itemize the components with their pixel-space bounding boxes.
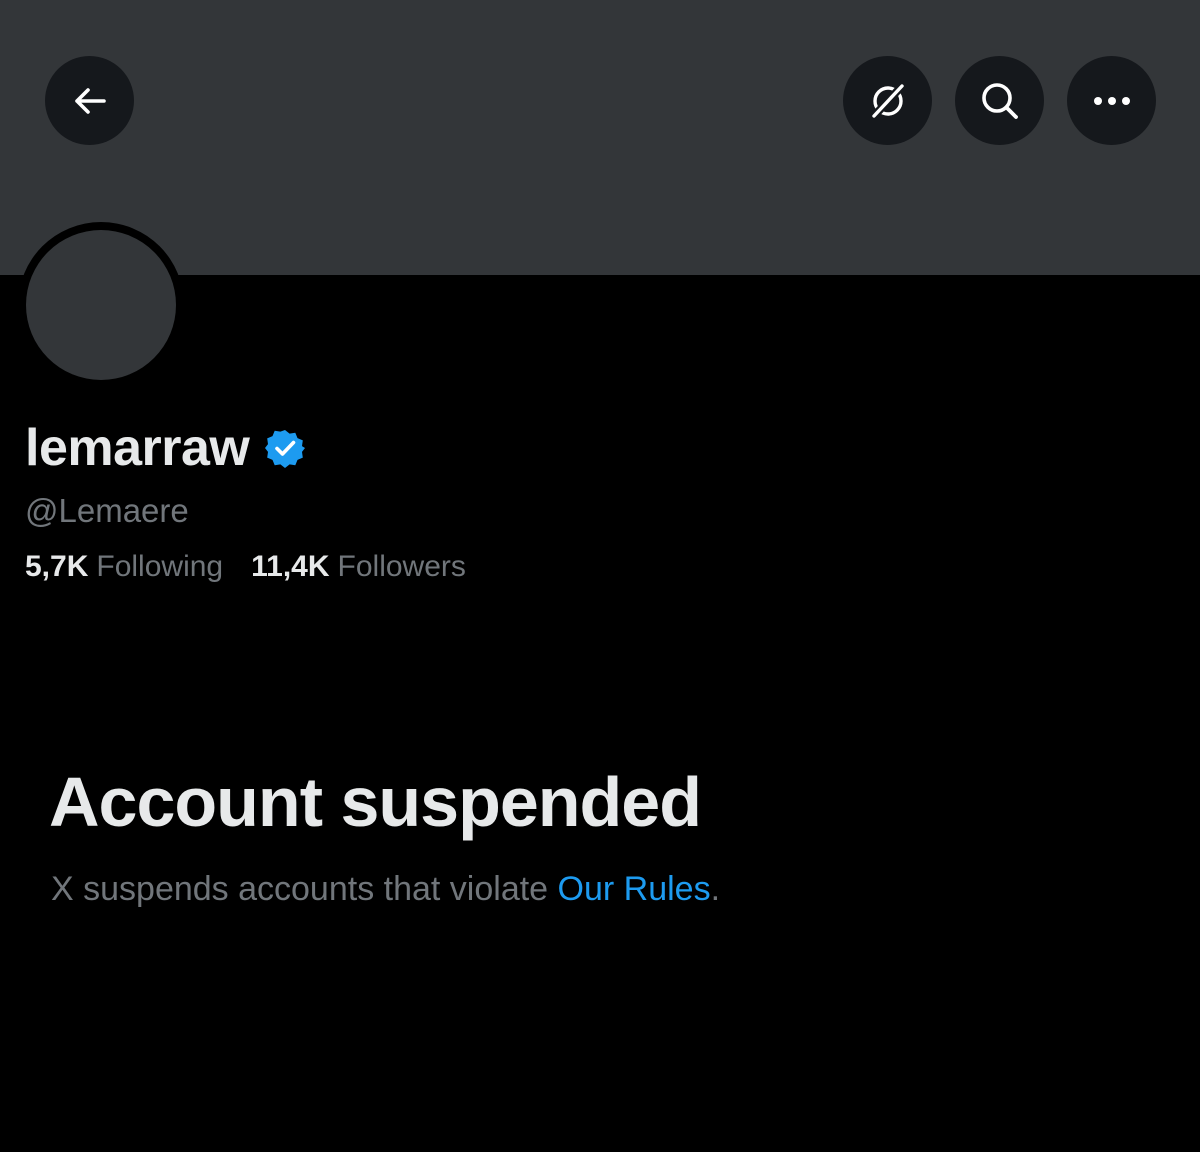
display-name: lemarraw <box>25 419 250 477</box>
suspended-title: Account suspended <box>49 763 702 841</box>
avatar-border <box>18 222 184 388</box>
our-rules-link[interactable]: Our Rules <box>558 870 711 908</box>
suspended-message-text: X suspends accounts that violate <box>51 870 558 908</box>
grok-icon <box>870 82 905 119</box>
follow-stats: 5,7K Following 11,4K Followers <box>25 547 466 587</box>
verified-badge-icon[interactable] <box>265 428 306 468</box>
followers-count: 11,4K <box>251 550 330 583</box>
followers-link[interactable]: 11,4K Followers <box>251 547 466 587</box>
profile-handle: @Lemaere <box>25 492 189 529</box>
following-link[interactable]: 5,7K Following <box>25 547 223 587</box>
following-label: Following <box>96 550 224 583</box>
suspended-message: X suspends accounts that violate Our Rul… <box>51 866 720 912</box>
following-count: 5,7K <box>25 550 89 583</box>
profile-page: lemarraw @Lemaere 5,7K Following 11,4K F… <box>0 0 1200 1152</box>
more-button[interactable] <box>1067 56 1156 145</box>
more-horizontal-icon <box>1093 96 1130 105</box>
arrow-left-icon <box>74 87 106 114</box>
grok-button[interactable] <box>843 56 932 145</box>
suspended-message-period: . <box>710 870 721 908</box>
profile-name-row: lemarraw <box>25 418 306 478</box>
back-button[interactable] <box>45 56 134 145</box>
search-button[interactable] <box>955 56 1044 145</box>
followers-label: Followers <box>337 550 466 583</box>
search-icon <box>981 82 1018 119</box>
avatar[interactable] <box>26 230 176 380</box>
